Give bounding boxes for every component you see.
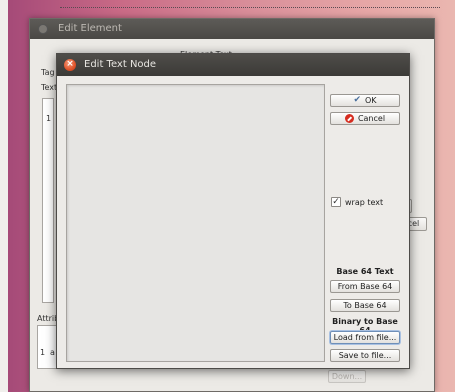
- from-base64-button[interactable]: From Base 64: [330, 280, 400, 293]
- load-from-file-button[interactable]: Load from file...: [330, 331, 400, 344]
- from-base64-label: From Base 64: [337, 282, 393, 291]
- to-base64-label: To Base 64: [343, 301, 387, 310]
- attributes-table: [37, 325, 57, 369]
- to-base64-button[interactable]: To Base 64: [330, 299, 400, 312]
- dialog-title: Edit Text Node: [84, 59, 157, 70]
- base64-text-heading: Base 64 Text: [336, 267, 394, 276]
- attr-row-value: a: [50, 348, 55, 357]
- cancel-label: Cancel: [357, 114, 386, 123]
- text-row-number: 1: [46, 114, 52, 123]
- save-to-file-button[interactable]: Save to file...: [330, 349, 400, 362]
- edit-element-title: Edit Element: [58, 23, 122, 34]
- cancel-icon: [344, 114, 354, 123]
- wrap-text-toggle[interactable]: ✓ wrap text: [331, 197, 383, 207]
- save-to-file-label: Save to file...: [338, 351, 392, 360]
- cancel-button[interactable]: Cancel: [330, 112, 400, 125]
- text-panel: [42, 98, 54, 303]
- text-label: Text: [41, 83, 58, 92]
- wrap-text-checkbox[interactable]: ✓: [331, 197, 341, 207]
- ok-label: OK: [365, 96, 377, 105]
- checkmark-icon: ✔: [353, 95, 361, 105]
- edit-text-node-dialog: × Edit Text Node ✔ OK Cancel ✓ wrap text…: [56, 53, 410, 369]
- ok-button[interactable]: ✔ OK: [330, 94, 400, 107]
- tag-label: Tag: [41, 68, 55, 77]
- attr-row-number: 1: [40, 348, 46, 357]
- wrap-text-label: wrap text: [345, 197, 384, 207]
- dialog-titlebar: × Edit Text Node: [57, 54, 409, 76]
- close-icon[interactable]: ×: [64, 59, 76, 71]
- load-from-file-label: Load from file...: [333, 333, 397, 342]
- text-node-editor[interactable]: [66, 84, 325, 362]
- window-close-icon[interactable]: [38, 24, 48, 34]
- edit-element-titlebar: Edit Element: [30, 19, 434, 39]
- down-button[interactable]: Down...: [328, 370, 366, 383]
- dotted-divider: [60, 7, 440, 8]
